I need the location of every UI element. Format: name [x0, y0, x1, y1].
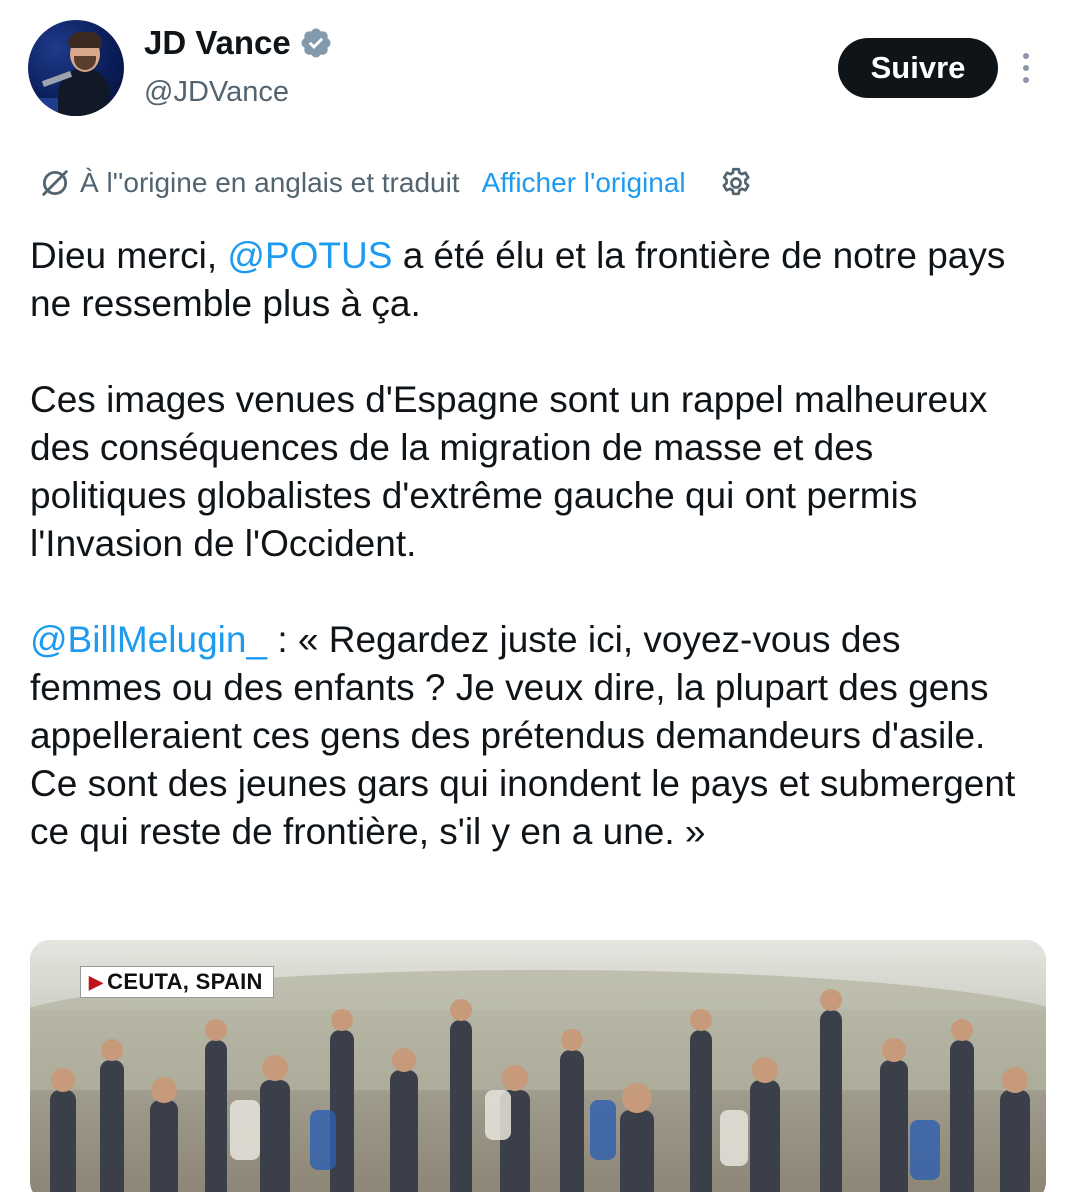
more-dot: [1023, 77, 1029, 83]
avatar-hair: [68, 32, 102, 48]
gear-icon[interactable]: [718, 165, 754, 201]
mention-link[interactable]: @POTUS: [227, 235, 392, 276]
author-name-row: JD Vance: [144, 24, 333, 62]
tweet-text: Dieu merci, @POTUS a été élu et la front…: [30, 232, 1030, 856]
tweet-header: JD Vance @JDVance Suivre: [0, 0, 1074, 130]
media-video[interactable]: ▶ CEUTA, SPAIN: [30, 940, 1046, 1192]
author-handle[interactable]: @JDVance: [144, 76, 289, 109]
tweet-text-fragment: Dieu merci,: [30, 235, 228, 276]
mention-link[interactable]: @BillMelugin_: [30, 619, 267, 660]
location-label: ▶ CEUTA, SPAIN: [80, 966, 274, 998]
author-name[interactable]: JD Vance: [144, 24, 291, 62]
tweet-paragraph: Ces images venues d'Espagne sont un rapp…: [30, 379, 988, 564]
tweet-paragraph: @BillMelugin_ : « Regardez juste ici, vo…: [30, 616, 1030, 856]
tweet-paragraph: Dieu merci, @POTUS a été élu et la front…: [30, 232, 1030, 328]
avatar[interactable]: [28, 20, 124, 116]
translation-notice: À l''origine en anglais et traduit Affic…: [38, 160, 754, 206]
play-arrow-icon: ▶: [89, 971, 104, 992]
verified-badge-icon: [301, 28, 331, 58]
location-label-text: CEUTA, SPAIN: [107, 969, 263, 994]
show-original-link[interactable]: Afficher l'original: [482, 167, 686, 199]
translated-from-label: À l''origine en anglais et traduit: [80, 167, 460, 198]
more-vertical-icon[interactable]: [1012, 48, 1040, 88]
more-dot: [1023, 65, 1029, 71]
translate-icon: [42, 170, 68, 196]
more-dot: [1023, 53, 1029, 59]
follow-button[interactable]: Suivre: [838, 38, 998, 98]
